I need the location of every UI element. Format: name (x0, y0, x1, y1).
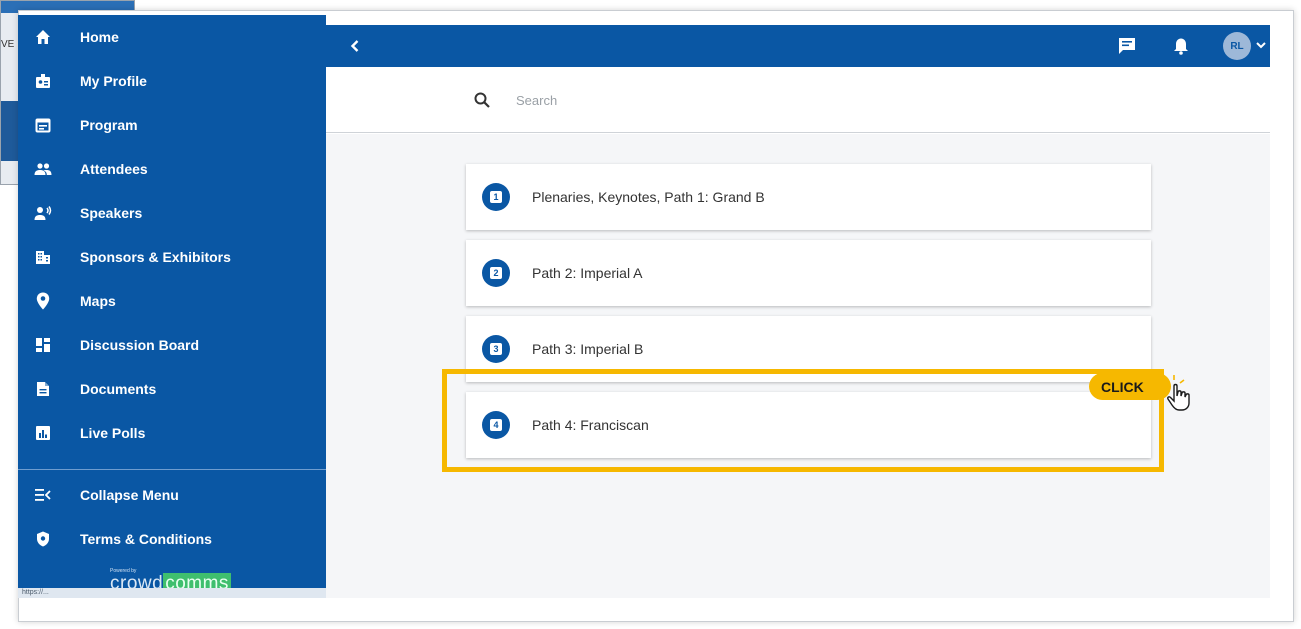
people-icon (34, 160, 52, 178)
home-icon (34, 28, 52, 46)
search-bar (326, 67, 1270, 133)
number-badge-icon: 4 (482, 411, 510, 439)
speaker-icon (34, 204, 52, 222)
sidebar-item-label: Terms & Conditions (80, 531, 212, 547)
sidebar-divider (18, 469, 326, 470)
sidebar-item-program[interactable]: Program (18, 103, 326, 147)
building-icon (34, 248, 52, 266)
sidebar-item-attendees[interactable]: Attendees (18, 147, 326, 191)
stream-title: Path 2: Imperial A (532, 265, 643, 281)
bell-icon (1174, 38, 1188, 55)
top-bar: RL (326, 25, 1270, 67)
number-badge-icon: 2 (482, 259, 510, 287)
notifications-button[interactable] (1170, 35, 1192, 57)
messages-button[interactable] (1116, 35, 1138, 57)
sidebar-item-sponsors-exhibitors[interactable]: Sponsors & Exhibitors (18, 235, 326, 279)
stream-title: Path 4: Franciscan (532, 417, 649, 433)
sidebar-item-label: Documents (80, 381, 157, 397)
back-button[interactable] (344, 35, 366, 57)
sidebar-item-label: Attendees (80, 161, 148, 177)
stream-title: Plenaries, Keynotes, Path 1: Grand B (532, 189, 765, 205)
stream-card-2[interactable]: 2 Path 2: Imperial A (466, 240, 1151, 306)
sidebar-item-label: Program (80, 117, 138, 133)
sidebar-item-label: Home (80, 29, 119, 45)
search-icon (474, 92, 490, 108)
click-callout-label: CLICK (1089, 373, 1171, 400)
chevron-left-icon (350, 40, 359, 52)
stream-card-4[interactable]: 4 Path 4: Franciscan (466, 392, 1151, 458)
badge-number: 3 (490, 343, 502, 355)
search-input[interactable] (516, 87, 1116, 113)
sidebar-item-collapse-menu[interactable]: Collapse Menu (18, 473, 326, 517)
status-bar-url: https://... (18, 588, 348, 598)
shield-icon (34, 530, 52, 548)
stream-list: 1 Plenaries, Keynotes, Path 1: Grand B 2… (326, 134, 1270, 598)
profile-badge-icon (34, 72, 52, 90)
sidebar-item-label: Speakers (80, 205, 143, 221)
stream-card-3[interactable]: 3 Path 3: Imperial B (466, 316, 1151, 382)
sidebar-item-live-polls[interactable]: Live Polls (18, 411, 326, 455)
collapse-menu-icon (34, 486, 52, 504)
sidebar-item-label: Discussion Board (80, 337, 200, 353)
chat-icon (1119, 38, 1135, 54)
sidebar-item-label: My Profile (80, 73, 147, 89)
sidebar-item-my-profile[interactable]: My Profile (18, 59, 326, 103)
sidebar-item-documents[interactable]: Documents (18, 367, 326, 411)
sidebar-item-label: Live Polls (80, 425, 146, 441)
chevron-down-icon[interactable] (1255, 39, 1267, 51)
number-badge-icon: 3 (482, 335, 510, 363)
user-avatar[interactable]: RL (1223, 32, 1251, 60)
sidebar-item-label: Maps (80, 293, 116, 309)
map-pin-icon (34, 292, 52, 310)
stream-title: Path 3: Imperial B (532, 341, 644, 357)
sidebar-nav: Home My Profile Program Attendees Speake… (18, 15, 326, 598)
sidebar-item-terms-conditions[interactable]: Terms & Conditions (18, 517, 326, 561)
sidebar-item-label: Collapse Menu (80, 487, 179, 503)
stream-card-1[interactable]: 1 Plenaries, Keynotes, Path 1: Grand B (466, 164, 1151, 230)
number-badge-icon: 1 (482, 183, 510, 211)
badge-number: 2 (490, 267, 502, 279)
document-icon (34, 380, 52, 398)
poll-icon (34, 424, 52, 442)
sidebar-item-speakers[interactable]: Speakers (18, 191, 326, 235)
sidebar-item-label: Sponsors & Exhibitors (80, 249, 231, 265)
badge-number: 4 (490, 419, 502, 431)
sidebar-item-home[interactable]: Home (18, 15, 326, 59)
pointing-hand-icon (1162, 375, 1190, 411)
badge-number: 1 (490, 191, 502, 203)
dashboard-icon (34, 336, 52, 354)
sidebar-item-discussion-board[interactable]: Discussion Board (18, 323, 326, 367)
calendar-icon (34, 116, 52, 134)
background-window-text: VE (1, 39, 15, 50)
sidebar-item-maps[interactable]: Maps (18, 279, 326, 323)
